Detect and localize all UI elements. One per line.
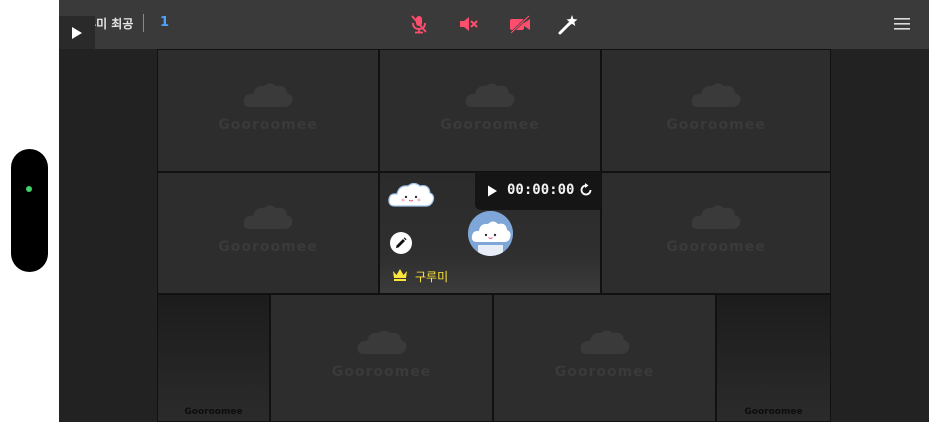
gooroomee-watermark: Gooroomee <box>184 407 243 417</box>
play-icon <box>72 27 82 39</box>
video-tile[interactable]: Gooroomee <box>493 294 716 422</box>
video-tile[interactable]: Gooroomee <box>157 172 379 294</box>
grid-margin-left <box>59 49 157 422</box>
status-indicator-dot <box>26 186 32 192</box>
timer-reset-icon[interactable] <box>579 183 593 197</box>
speaker-muted-icon[interactable] <box>457 13 479 35</box>
cloud-logo-icon <box>243 205 293 229</box>
gooroomee-watermark: Gooroomee <box>666 239 766 255</box>
magic-wand-icon[interactable] <box>557 13 579 35</box>
cloud-logo-icon <box>580 330 629 354</box>
video-tile[interactable]: Gooroomee <box>379 49 601 172</box>
video-tile[interactable]: Gooroomee <box>601 172 831 294</box>
cloud-logo-icon <box>691 205 741 229</box>
timer-play-icon[interactable] <box>487 185 498 197</box>
timer-display: 00:00:00 <box>507 182 575 198</box>
cloud-character-icon <box>388 182 435 207</box>
camera-off-icon[interactable] <box>508 13 530 35</box>
edit-name-button[interactable] <box>390 232 412 254</box>
gooroomee-watermark: Gooroomee <box>554 364 655 380</box>
avatar <box>468 211 513 256</box>
video-tile[interactable]: Gooroomee <box>270 294 493 422</box>
panel-toggle-button[interactable] <box>59 16 95 50</box>
participant-count[interactable]: 1 <box>160 15 169 30</box>
menu-icon[interactable] <box>894 16 910 30</box>
cloud-logo-icon <box>465 83 515 107</box>
gooroomee-watermark: Gooroomee <box>218 116 318 133</box>
pencil-icon <box>396 237 407 248</box>
video-tile[interactable]: Gooroomee <box>716 294 831 422</box>
video-tile[interactable]: Gooroomee <box>157 49 379 172</box>
gooroomee-watermark: Gooroomee <box>218 239 318 255</box>
cloud-logo-icon <box>357 330 406 354</box>
title-divider <box>143 14 144 32</box>
gooroomee-watermark: Gooroomee <box>331 364 432 380</box>
video-tile[interactable]: Gooroomee <box>157 294 270 422</box>
grid-margin-right <box>831 49 929 422</box>
top-bar: 구루미 최공 1 <box>59 0 929 49</box>
app-window: 구루미 최공 1 Gooroomee Gooroomee Gooroomee G… <box>59 0 929 422</box>
gooroomee-watermark: Gooroomee <box>666 116 766 133</box>
mic-off-icon[interactable] <box>408 13 430 35</box>
side-status-pill <box>11 149 48 272</box>
crown-icon <box>393 269 407 281</box>
gooroomee-watermark: Gooroomee <box>744 407 803 417</box>
gooroomee-watermark: Gooroomee <box>440 116 540 133</box>
video-tile[interactable]: Gooroomee <box>601 49 831 172</box>
host-name: 구루미 <box>415 270 449 284</box>
timer-widget: 00:00:00 <box>475 172 601 210</box>
cloud-logo-icon <box>243 83 293 107</box>
cloud-avatar-icon <box>468 211 513 256</box>
cloud-logo-icon <box>691 83 741 107</box>
